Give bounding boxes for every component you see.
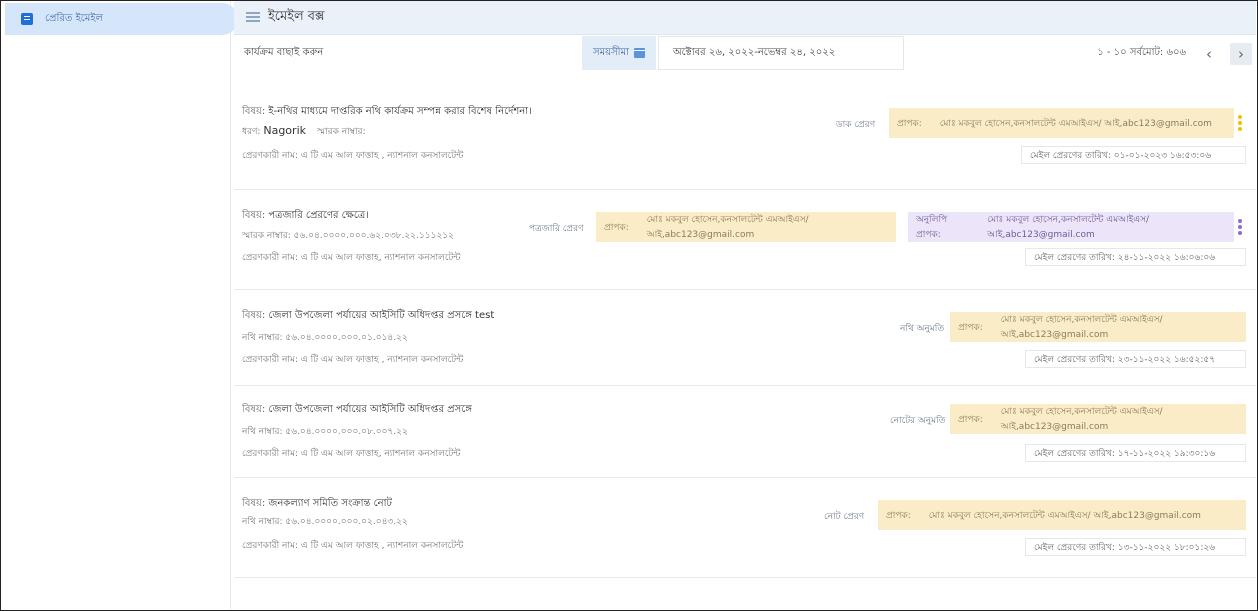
date-range-field[interactable]: অক্টোবর ২৬, ২০২২-নভেম্বর ২৪, ২০২২ [658, 36, 904, 70]
recipient-chip: প্রাপক: মোঃ মকবুল হোসেন,কনসালটেন্ট এমআইএ… [889, 108, 1234, 138]
sidebar: প্রেরিত ইমেইল [1, 1, 237, 609]
email-date: মেইল প্রেরণের তারিখ: ১৭-১১-২০২২ ১৯:৩০:১৬ [1025, 444, 1246, 462]
email-sender: প্রেরণকারী নাম: এ টি এম আল ফাত্তাহ, ন্যা… [242, 253, 461, 263]
email-subject: বিষয়: পত্রজারি প্রেরণের ক্ষেত্রে। [242, 210, 369, 221]
chevron-right-icon[interactable]: › [1230, 43, 1252, 65]
email-meta: নথি নাম্বার: ৫৬.০৪.০০০০.০০০.০১.০১৪.২২ [242, 333, 408, 343]
email-date: মেইল প্রেরণের তারিখ: ০১-০১-২০২৩ ১৬:৫৩:০৬ [1021, 146, 1246, 164]
action-label[interactable]: পত্রজারি প্রেরণ [529, 221, 584, 236]
menu-icon[interactable] [246, 12, 260, 23]
list-item[interactable]: বিষয়: জেলা উপজেলা পর্যায়ের আইসিটি অধিদ… [234, 290, 1256, 386]
email-meta: নথি নাম্বার: ৫৬.০৪.০০০০.০০০.০২.০৪৩.২২ [242, 517, 408, 527]
email-meta: স্মারক নাম্বার: ৫৬.০৪.০০০০.০০০.৬২.০৩৮.২২… [242, 231, 454, 241]
action-label[interactable]: নথি অনুমতি [900, 321, 944, 336]
action-label[interactable]: ডাক প্রেরণ [836, 117, 875, 132]
recipient-chip: প্রাপক: মোঃ মকবুল হোসেন,কনসালটেন্ট এমআইএ… [596, 212, 896, 242]
list-item[interactable]: বিষয়: জেলা উপজেলা পর্যায়ের আইসিটি অধিদ… [234, 386, 1256, 478]
email-sender: প্রেরণকারী নাম: এ টি এম আল ফাত্তাহ, ন্যা… [242, 449, 461, 459]
list-item[interactable]: বিষয়: পত্রজারি প্রেরণের ক্ষেত্রে। স্মার… [234, 190, 1256, 290]
email-date: মেইল প্রেরণের তারিখ: ২৩-১১-২০২২ ১৬:৫২:৫৭ [1025, 350, 1246, 368]
page-title: ইমেইল বক্স [268, 9, 325, 24]
email-subject: বিষয়: জনকল্যাণ সমিতি সংক্রান্ত নোট [242, 498, 392, 509]
email-date: মেইল প্রেরণের তারিখ: ২৪-১১-২০২২ ১৬:০৬:০৬ [1025, 248, 1246, 266]
period-label: সময়সীমা [593, 46, 629, 58]
activity-select[interactable]: কার্যক্রম বাছাই করুন [244, 36, 323, 70]
action-label[interactable]: নোটের অনুমতি [890, 413, 945, 428]
period-button[interactable]: সময়সীমা [582, 36, 656, 70]
email-subject: বিষয়: জেলা উপজেলা পর্যায়ের আইসিটি অধিদ… [242, 310, 495, 321]
email-date: মেইল প্রেরণের তারিখ: ১৩-১১-২০২২ ১৮:০১:২৬ [1025, 538, 1246, 556]
email-subject: বিষয়: ই-নথির মাধ্যমে দাপ্তরিক নথি কার্য… [242, 106, 532, 117]
email-meta: ধরণ: Nagorik স্মারক নাম্বার: [242, 124, 366, 137]
email-subject: বিষয়: জেলা উপজেলা পর্যায়ের আইসিটি অধিদ… [242, 404, 472, 415]
main-panel: ইমেইল বক্স কার্যক্রম বাছাই করুন সময়সীমা… [234, 1, 1256, 609]
email-sender: প্রেরণকারী নাম: এ টি এম আল ফাত্তাহ , ন্য… [242, 541, 464, 551]
email-sender: প্রেরণকারী নাম: এ টি এম আল ফাত্তাহ , ন্য… [242, 355, 464, 365]
cc-chip: অনুলিপি প্রাপক: মোঃ মকবুল হোসেন,কনসালটেন… [908, 212, 1234, 242]
inbox-icon [21, 13, 33, 25]
action-label[interactable]: নোট প্রেরণ [824, 509, 864, 524]
pagination-info: ১ - ১০ সর্বমোট: ৬০৬ [1097, 46, 1186, 58]
chevron-left-icon[interactable]: ‹ [1198, 43, 1220, 65]
recipient-chip: প্রাপক: মোঃ মকবুল হোসেন,কনসালটেন্ট এমআইএ… [950, 312, 1246, 342]
email-meta: নথি নাম্বার: ৫৬.০৪.০০০০.০০০.০৮.০০৭.২২ [242, 427, 408, 437]
list-item[interactable]: বিষয়: ই-নথির মাধ্যমে দাপ্তরিক নথি কার্য… [234, 86, 1256, 190]
more-options-icon[interactable] [1238, 115, 1242, 131]
list-item[interactable]: বিষয়: জনকল্যাণ সমিতি সংক্রান্ত নোট নথি … [234, 478, 1256, 578]
recipient-chip: প্রাপক: মোঃ মকবুল হোসেন,কনসালটেন্ট এমআইএ… [878, 500, 1246, 530]
header-bar: ইমেইল বক্স [234, 1, 1256, 35]
sidebar-item-label: প্রেরিত ইমেইল [45, 12, 103, 24]
more-options-icon[interactable] [1238, 219, 1242, 235]
email-sender: প্রেরণকারী নাম: এ টি এম আল ফাত্তাহ , ন্য… [242, 151, 464, 161]
recipient-chip: প্রাপক: মোঃ মকবুল হোসেন,কনসালটেন্ট এমআইএ… [950, 404, 1246, 434]
sidebar-item-sent-email[interactable]: প্রেরিত ইমেইল [5, 3, 237, 35]
calendar-icon [633, 48, 645, 58]
toolbar: কার্যক্রম বাছাই করুন সময়সীমা অক্টোবর ২৬… [234, 36, 1256, 70]
